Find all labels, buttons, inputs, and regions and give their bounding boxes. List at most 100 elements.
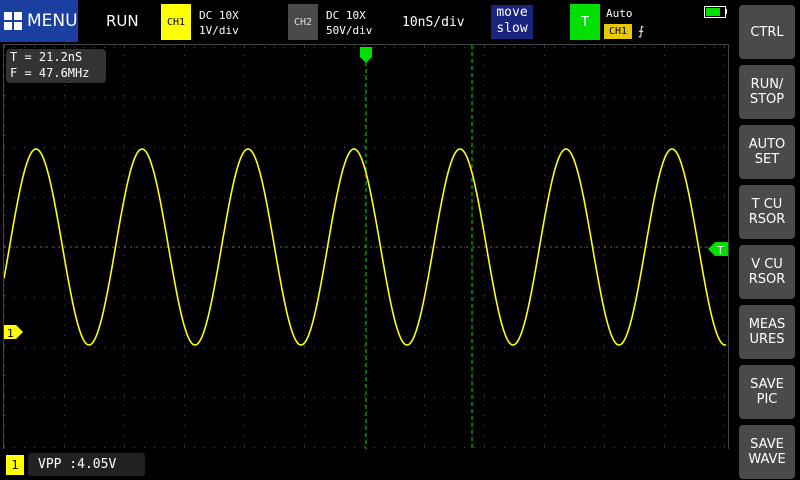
waveform-display[interactable]: T1	[3, 44, 729, 450]
sidebar-auto-set-button[interactable]: AUTO SET	[739, 125, 795, 179]
grid-dot	[224, 97, 225, 98]
grid-dot	[604, 345, 605, 346]
grid-dot	[284, 197, 285, 198]
grid-dot	[154, 47, 155, 48]
grid-dot	[304, 355, 305, 356]
grid-dot	[104, 397, 105, 398]
sidebar-v-cursor-button[interactable]: V CU RSOR	[739, 245, 795, 299]
grid-dot	[724, 297, 725, 298]
grid-dot	[724, 305, 725, 306]
grid-dot	[664, 305, 665, 306]
grid-dot	[664, 447, 665, 448]
grid-dot	[424, 55, 425, 56]
grid-dot	[4, 115, 5, 116]
grid-dot	[374, 147, 375, 148]
grid-dot	[354, 247, 355, 248]
grid-dot	[14, 397, 15, 398]
ch2-badge[interactable]: CH2	[288, 4, 318, 40]
grid-dot	[384, 47, 385, 48]
grid-dot	[304, 75, 305, 76]
grid-dot	[474, 347, 475, 348]
grid-dot	[124, 145, 125, 146]
grid-dot	[724, 125, 725, 126]
grid-dot	[534, 247, 535, 248]
grid-dot	[504, 347, 505, 348]
grid-dot	[434, 147, 435, 148]
grid-dot	[4, 65, 5, 66]
grid-dot	[664, 355, 665, 356]
trigger-position-marker[interactable]	[360, 47, 372, 63]
grid-dot	[64, 135, 65, 136]
grid-dot	[604, 215, 605, 216]
grid-dot	[704, 397, 705, 398]
sidebar-t-cursor-button[interactable]: T CU RSOR	[739, 185, 795, 239]
grid-dot	[4, 215, 5, 216]
grid-dot	[64, 335, 65, 336]
grid-dot	[424, 335, 425, 336]
grid-dot	[454, 347, 455, 348]
grid-dot	[184, 297, 185, 298]
grid-dot	[244, 125, 245, 126]
vpp-channel-badge: 1	[6, 455, 24, 475]
trigger-level-marker[interactable]: T	[708, 242, 728, 257]
grid-dot	[564, 397, 565, 398]
grid-dot	[574, 347, 575, 348]
grid-dot	[244, 355, 245, 356]
ch2-info[interactable]: DC 10X 50V/div	[326, 8, 372, 38]
grid-dot	[214, 97, 215, 98]
trigger-mode: Auto	[606, 7, 633, 20]
grid-dot	[614, 397, 615, 398]
grid-dot	[184, 105, 185, 106]
menu-button[interactable]: MENU	[0, 0, 78, 42]
grid-dot	[684, 147, 685, 148]
menu-grid-icon	[4, 12, 22, 30]
grid-dot	[454, 97, 455, 98]
grid-dot	[604, 65, 605, 66]
period-readout: T = 21.2nS	[10, 50, 83, 64]
ch1-badge[interactable]: CH1	[161, 4, 191, 40]
grid-dot	[174, 197, 175, 198]
grid-dot	[604, 85, 605, 86]
grid-dot	[364, 205, 365, 206]
grid-dot	[54, 97, 55, 98]
grid-dot	[374, 347, 375, 348]
grid-dot	[124, 65, 125, 66]
sidebar-ctrl-button[interactable]: CTRL	[739, 5, 795, 59]
grid-dot	[404, 297, 405, 298]
grid-dot	[664, 55, 665, 56]
grid-dot	[554, 47, 555, 48]
battery-icon	[704, 6, 726, 18]
grid-dot	[4, 195, 5, 196]
grid-dot	[474, 147, 475, 148]
grid-dot	[364, 397, 365, 398]
grid-dot	[394, 47, 395, 48]
grid-dot	[304, 85, 305, 86]
sidebar-run-stop-button[interactable]: RUN/ STOP	[739, 65, 795, 119]
grid-dot	[664, 195, 665, 196]
grid-dot	[304, 445, 305, 446]
grid-dot	[294, 197, 295, 198]
grid-dot	[24, 447, 25, 448]
grid-dot	[184, 197, 185, 198]
grid-dot	[444, 347, 445, 348]
ch1-level-marker[interactable]: 1	[4, 325, 23, 340]
grid-dot	[54, 47, 55, 48]
timebase[interactable]: 10nS/div	[402, 15, 465, 30]
grid-dot	[544, 155, 545, 156]
grid-dot	[314, 447, 315, 448]
grid-dot	[364, 345, 365, 346]
grid-dot	[244, 297, 245, 298]
grid-dot	[724, 375, 725, 376]
grid-dot	[134, 397, 135, 398]
move-speed-button[interactable]: move slow	[491, 5, 533, 39]
move-speed: slow	[496, 21, 528, 36]
grid-dot	[64, 185, 65, 186]
trigger-badge[interactable]: T	[570, 4, 600, 40]
grid-dot	[484, 365, 485, 366]
ch1-info[interactable]: DC 10X 1V/div	[199, 8, 239, 38]
grid-dot	[64, 325, 65, 326]
grid-dot	[674, 297, 675, 298]
sidebar-save-pic-button[interactable]: SAVE PIC	[739, 365, 795, 419]
sidebar-save-wave-button[interactable]: SAVE WAVE	[739, 425, 795, 479]
sidebar-measures-button[interactable]: MEAS URES	[739, 305, 795, 359]
